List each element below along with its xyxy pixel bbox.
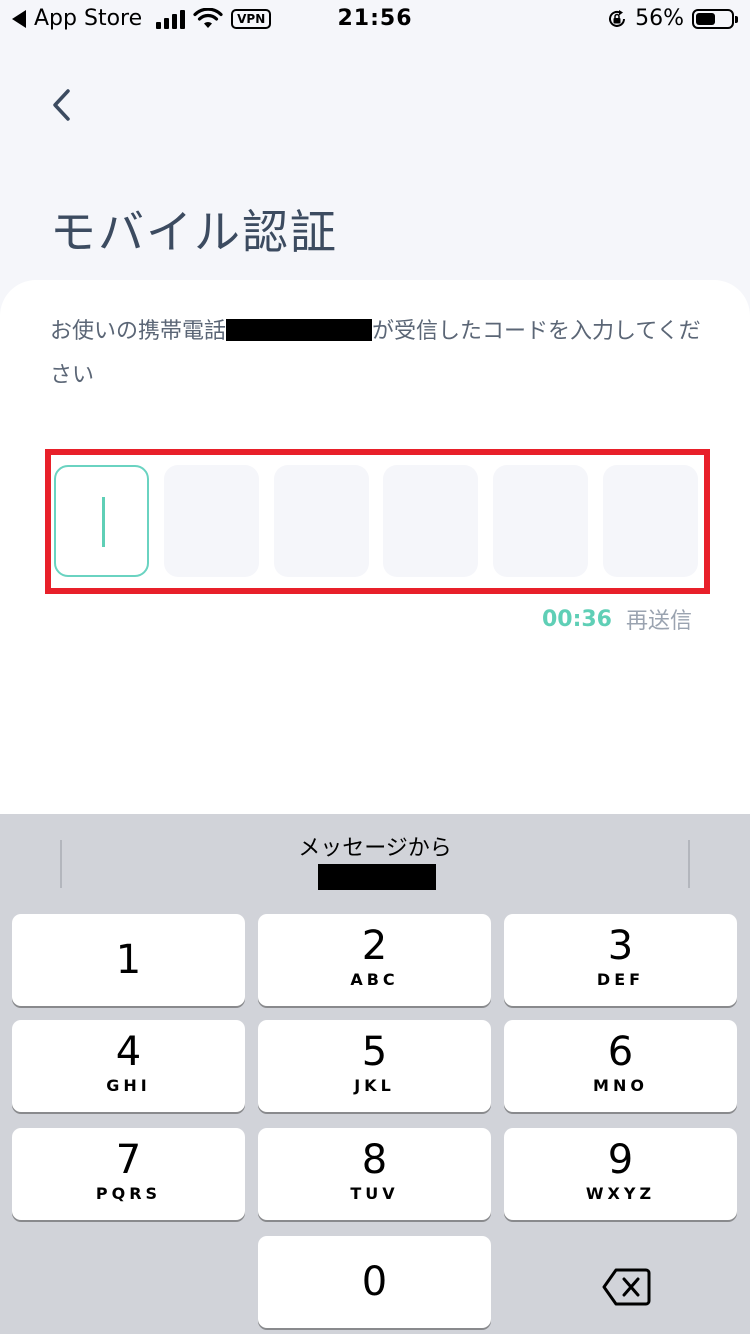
code-digit-5[interactable] bbox=[493, 465, 589, 577]
code-digit-3[interactable] bbox=[273, 465, 369, 577]
key-digit: 2 bbox=[361, 923, 388, 969]
code-digit-4[interactable] bbox=[383, 465, 479, 577]
page-title: モバイル認証 bbox=[50, 205, 338, 259]
verification-screen: App Store VPN 21:56 56% モバイル認証 お使いの携帯電話 … bbox=[0, 0, 750, 1334]
key-5[interactable]: 5 JKL bbox=[258, 1020, 491, 1112]
timer-row: 00:36 再送信 bbox=[542, 603, 692, 635]
key-9[interactable]: 9 WXYZ bbox=[504, 1128, 737, 1220]
numeric-keyboard: メッセージから 1 2 ABC 3 DEF 4 GHI 5 JKL 6 MNO … bbox=[0, 814, 750, 1334]
suggestion-label: メッセージから bbox=[298, 836, 452, 861]
back-button[interactable] bbox=[36, 80, 86, 130]
resend-button[interactable]: 再送信 bbox=[626, 603, 692, 635]
code-input-row bbox=[54, 465, 698, 577]
key-4[interactable]: 4 GHI bbox=[12, 1020, 245, 1112]
key-letters: GHI bbox=[106, 1076, 151, 1095]
key-digit: 6 bbox=[607, 1029, 634, 1075]
key-8[interactable]: 8 TUV bbox=[258, 1128, 491, 1220]
key-1[interactable]: 1 bbox=[12, 914, 245, 1006]
battery-icon bbox=[692, 8, 738, 29]
rotation-lock-icon bbox=[609, 9, 626, 27]
battery-fill bbox=[696, 12, 715, 25]
key-letters: PQRS bbox=[95, 1184, 162, 1203]
key-letters: DEF bbox=[596, 970, 645, 989]
key-digit: 1 bbox=[115, 937, 142, 983]
instruction-text: お使いの携帯電話 が受信したコードを入力してください bbox=[50, 310, 710, 398]
key-digit: 5 bbox=[361, 1029, 388, 1075]
battery-percent: 56% bbox=[635, 6, 684, 31]
key-2[interactable]: 2 ABC bbox=[258, 914, 491, 1006]
key-6[interactable]: 6 MNO bbox=[504, 1020, 737, 1112]
backspace-icon bbox=[602, 1268, 651, 1306]
redacted-suggested-code bbox=[318, 864, 436, 890]
status-bar: App Store VPN 21:56 56% bbox=[0, 0, 750, 40]
key-3[interactable]: 3 DEF bbox=[504, 914, 737, 1006]
key-letters: MNO bbox=[593, 1076, 648, 1095]
key-digit: 7 bbox=[115, 1137, 142, 1183]
key-letters: ABC bbox=[350, 970, 399, 989]
status-right: 56% bbox=[607, 6, 738, 31]
code-digit-2[interactable] bbox=[163, 465, 259, 577]
redacted-phone-number bbox=[226, 319, 373, 341]
key-letters: WXYZ bbox=[585, 1184, 656, 1203]
suggestion-bar[interactable]: メッセージから bbox=[0, 814, 750, 900]
key-7[interactable]: 7 PQRS bbox=[12, 1128, 245, 1220]
key-digit: 3 bbox=[607, 923, 634, 969]
code-digit-6[interactable] bbox=[602, 465, 698, 577]
instruction-prefix: お使いの携帯電話 bbox=[50, 319, 227, 344]
key-0[interactable]: 0 bbox=[258, 1236, 491, 1328]
delete-key[interactable] bbox=[588, 1259, 666, 1315]
key-letters: JKL bbox=[354, 1076, 395, 1095]
code-digit-1[interactable] bbox=[54, 465, 149, 577]
text-caret bbox=[102, 497, 105, 547]
key-digit: 0 bbox=[361, 1259, 388, 1305]
key-digit: 8 bbox=[361, 1137, 388, 1183]
countdown-timer: 00:36 bbox=[541, 606, 612, 632]
key-letters: TUV bbox=[350, 1184, 399, 1203]
chevron-left-icon bbox=[53, 89, 70, 121]
key-digit: 4 bbox=[115, 1029, 142, 1075]
key-digit: 9 bbox=[607, 1137, 634, 1183]
